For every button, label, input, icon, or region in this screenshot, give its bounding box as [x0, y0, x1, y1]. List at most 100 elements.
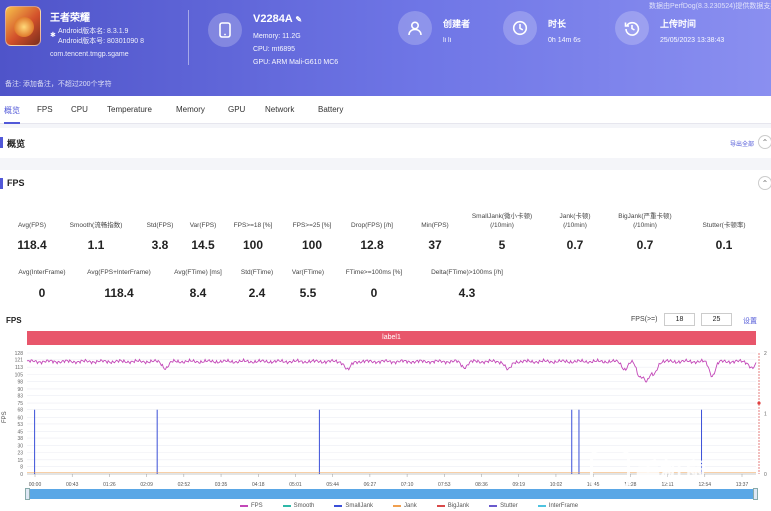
x-tick-label: 07:10 [401, 482, 414, 488]
x-tick-label: 05:01 [289, 482, 302, 488]
frame-metric-label: Avg(FPS+InterFrame) [87, 269, 151, 276]
label-band[interactable]: label1 [27, 331, 756, 345]
tab-memory[interactable]: Memory [176, 105, 205, 114]
y-tick-label: 90 [17, 387, 23, 393]
fps-metric-label: Std(FPS) [146, 222, 174, 229]
x-tick-label: 01:26 [103, 482, 116, 488]
tab-cpu[interactable]: CPU [71, 105, 88, 114]
tab-bar: 概览 FPS CPU Temperature Memory GPU Networ… [0, 96, 771, 124]
note-input[interactable]: 备注: 添加备注，不超过200个字符 [5, 79, 112, 89]
phone-icon [208, 13, 242, 47]
legend-item[interactable]: Jank [393, 503, 417, 509]
legend-label: Jank [404, 503, 417, 509]
fps-metric-value: 0.7 [636, 238, 654, 252]
legend-item[interactable]: FPS [240, 503, 263, 509]
legend-item[interactable]: SmallJank [334, 503, 373, 509]
x-tick-label: 02:52 [178, 482, 191, 488]
legend-item[interactable]: BigJank [436, 503, 470, 509]
x-tick-label: 00:43 [66, 482, 79, 488]
right-tick-label: 1 [764, 412, 767, 418]
x-tick-label: 09:19 [512, 482, 525, 488]
tab-battery[interactable]: Battery [318, 105, 343, 114]
fps-metric-value: 37 [428, 238, 442, 252]
header-divider [188, 10, 189, 65]
scroll-handle-left[interactable] [25, 488, 30, 500]
duration-value: 0h 14m 6s [548, 37, 581, 44]
edit-icon[interactable]: ✎ [295, 15, 302, 24]
tab-gpu[interactable]: GPU [228, 105, 245, 114]
legend-item[interactable]: InterFrame [537, 503, 579, 509]
frame-metric-label: Std(FTime) [240, 269, 274, 276]
report-header: 王者荣耀 ✱ Android版本名: 8.3.1.9 Android版本号: 8… [0, 0, 771, 96]
y-tick-label: 8 [20, 464, 23, 470]
fps-threshold-input-1[interactable]: 18 [664, 313, 695, 326]
fps-metric-label: FPS>=18 [%] [233, 222, 273, 229]
app-version-code: Android版本号: 80301090 8 [58, 38, 144, 45]
fps-metric-label: Drop(FPS) [/h] [351, 222, 393, 229]
clock-icon [503, 11, 537, 45]
tab-overview[interactable]: 概览 [4, 105, 20, 124]
fps-filter-label: FPS(>=) [631, 316, 658, 323]
x-tick-label: 04:18 [252, 482, 265, 488]
legend-item[interactable]: Stutter [489, 503, 518, 509]
export-all-link[interactable]: 导出全部 [730, 139, 754, 148]
frame-metric-value: 0 [38, 286, 46, 300]
creator-label: 创建者 [443, 19, 471, 29]
y-tick-label: 75 [17, 401, 23, 407]
fps-metric-label: SmallJank(微小卡顿) (/10min) [471, 213, 533, 229]
fps-threshold-input-2[interactable]: 25 [701, 313, 732, 326]
fps-metric-value: 3.8 [151, 238, 169, 252]
legend-swatch [334, 505, 343, 507]
frame-metric-value: 5.5 [299, 286, 317, 300]
y-axis-label: FPS [2, 411, 8, 423]
x-tick-label: 03:35 [215, 482, 228, 488]
user-icon [398, 11, 432, 45]
chart-legend: FPS Smooth SmallJank Jank BigJank Stutter Inte… [240, 503, 578, 509]
legend-label: SmallJank [345, 503, 374, 509]
x-tick-label: 10:02 [550, 482, 563, 488]
frame-metric-value: 4.3 [458, 286, 476, 300]
app-version-block: Android版本名: 8.3.1.9 Android版本号: 80301090… [58, 27, 144, 47]
x-tick-label: 05:44 [326, 482, 339, 488]
legend-label: BigJank [447, 503, 470, 509]
fps-metric-label: Var(FPS) [189, 222, 217, 229]
package-name: com.tencent.tmgp.sgame [50, 51, 129, 58]
fps-metric-label: FPS>=25 [%] [292, 222, 332, 229]
app-icon [5, 6, 41, 46]
fps-metric-label: Avg(FPS) [17, 222, 47, 229]
tab-network[interactable]: Network [265, 105, 294, 114]
x-tick-label: 02:09 [140, 482, 153, 488]
fps-metric-value: 0.7 [566, 238, 584, 252]
legend-label: Stutter [500, 503, 518, 509]
legend-item[interactable]: Smooth [282, 503, 314, 509]
perfdog-info-link[interactable]: 数据由PerfDog(8.3.230524)提供数据支持 [649, 1, 771, 11]
legend-label: InterFrame [548, 503, 579, 509]
overview-panel: 概览 导出全部 ⌃ [0, 128, 771, 158]
x-tick-label: 07:53 [438, 482, 451, 488]
frame-metric-label: Avg(FTime) [ms] [174, 269, 222, 276]
watermark-icon [590, 449, 630, 489]
legend-swatch [240, 505, 248, 507]
x-tick-label: 08:36 [475, 482, 488, 488]
y-tick-label: 60 [17, 415, 23, 421]
right-tick-label: 2 [764, 351, 767, 357]
android-icon: ✱ [50, 32, 56, 39]
chevron-up-icon[interactable]: ⌃ [758, 176, 771, 190]
chevron-up-icon[interactable]: ⌃ [758, 135, 771, 149]
fps-apply-button[interactable]: 设置 [743, 316, 757, 326]
app-version: Android版本名: 8.3.1.9 [58, 28, 129, 35]
upload-value: 25/05/2023 13:38:43 [660, 37, 725, 44]
tab-fps[interactable]: FPS [37, 105, 53, 114]
fps-series-line [26, 357, 757, 383]
tab-temperature[interactable]: Temperature [107, 105, 152, 114]
fps-metric-label: BigJank(严重卡顿) (/10min) [618, 213, 672, 229]
y-tick-label: 105 [15, 373, 24, 379]
section-marker [0, 137, 3, 148]
legend-swatch [537, 505, 546, 507]
frame-metric-value: 2.4 [248, 286, 266, 300]
fps-metric-label: Jank(卡顿) (/10min) [559, 213, 591, 229]
fps-metric-label: Min(FPS) [421, 222, 449, 229]
frame-metric-label: Var(FTime) [291, 269, 325, 276]
fps-metric-value: 0.1 [715, 238, 733, 252]
legend-label: FPS [251, 503, 263, 509]
